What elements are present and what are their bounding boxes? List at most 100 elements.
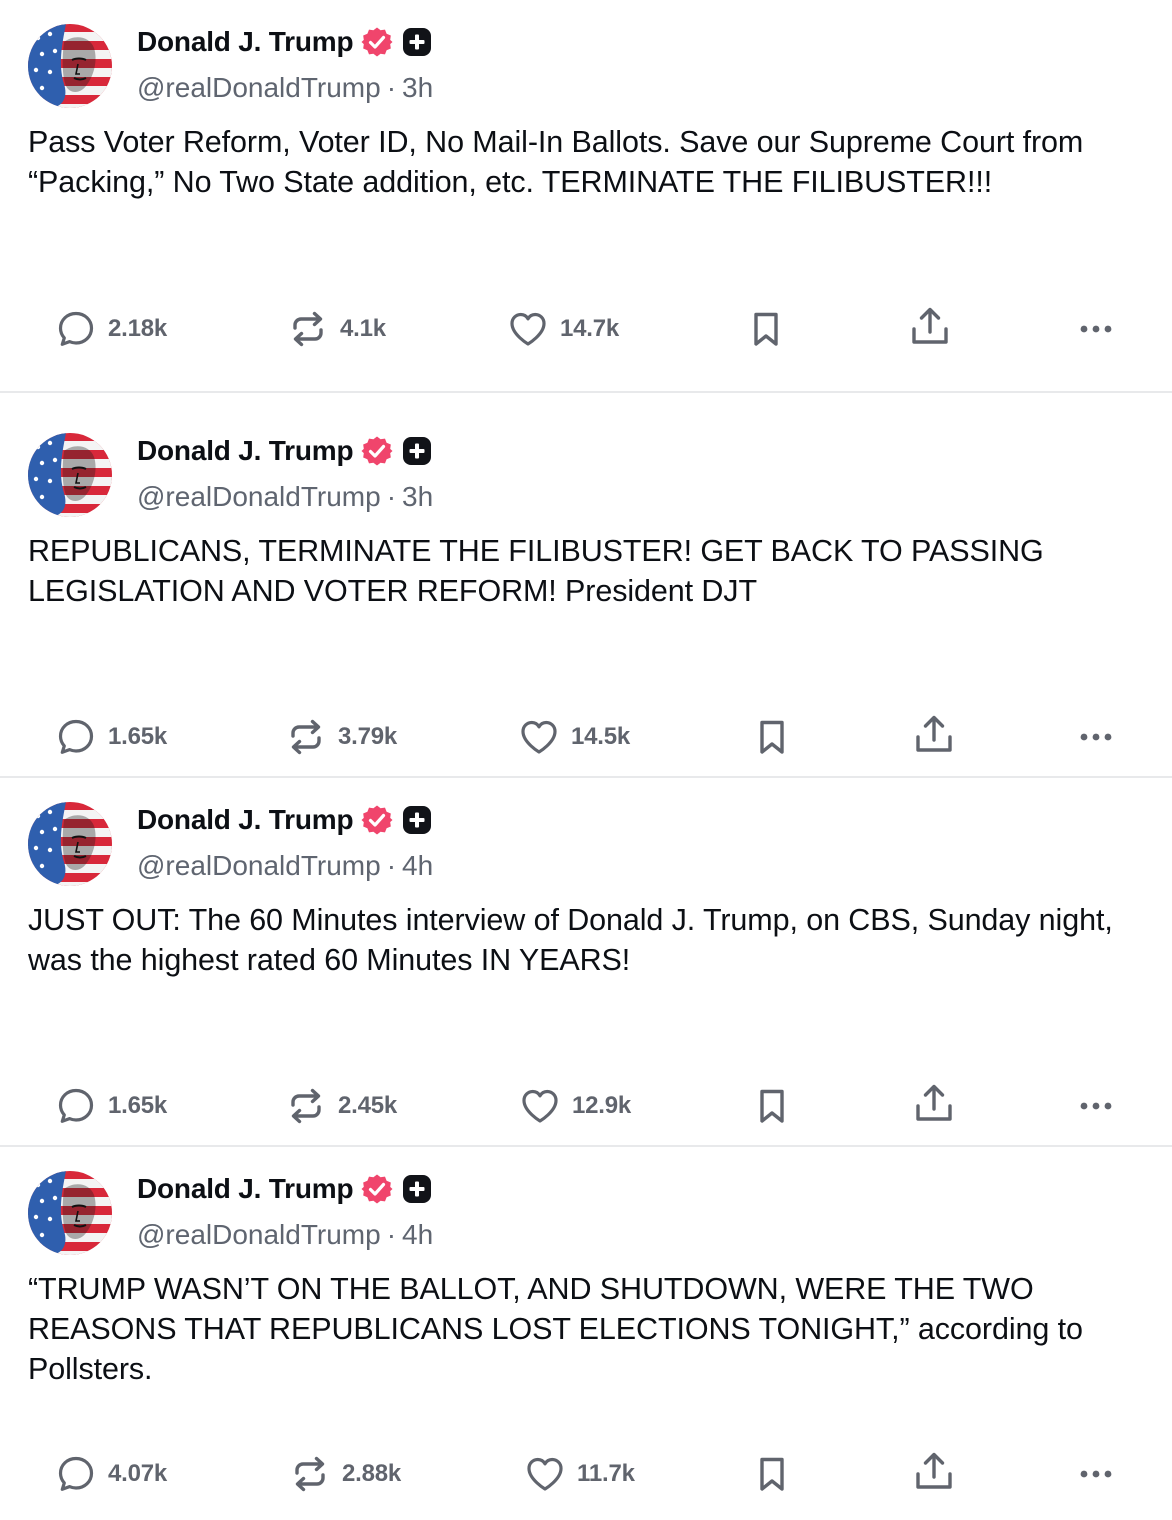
truth-plus-icon [403,806,432,834]
like-count: 11.7k [577,1460,635,1487]
avatar[interactable] [28,802,112,886]
author-name[interactable]: Donald J. Trump [137,804,354,836]
repost-button[interactable]: 4.1k [288,307,386,351]
repost-button[interactable]: 3.79k [286,715,397,759]
like-count: 14.5k [571,723,631,750]
bookmark-icon [754,312,778,346]
avatar[interactable] [28,24,112,108]
reply-button[interactable]: 1.65k [56,715,167,759]
post-meta: @realDonaldTrump · 3h [137,72,433,104]
bookmark-button[interactable] [752,1084,792,1128]
like-button[interactable]: 12.9k [520,1084,631,1128]
heart-icon [521,720,557,754]
post-timestamp[interactable]: 3h [402,481,433,512]
post[interactable]: Donald J. Trump @realDonaldTrump · 3h Pass… [0,0,1172,393]
author-name[interactable]: Donald J. Trump [137,1173,354,1205]
ellipsis-icon [1080,1470,1112,1478]
author-row: Donald J. Trump [137,1171,432,1207]
avatar-image [28,433,112,517]
speech-bubble-icon [58,1088,94,1123]
bookmark-button[interactable] [746,307,786,351]
like-count: 12.9k [572,1092,632,1119]
post[interactable]: Donald J. Trump @realDonaldTrump · 3h REPU… [0,409,1172,778]
reply-count: 4.07k [108,1460,168,1487]
bookmark-icon [760,720,784,754]
heart-icon [527,1457,563,1491]
author-name[interactable]: Donald J. Trump [137,26,354,58]
share-button[interactable] [912,713,956,757]
heart-icon [510,312,546,346]
post-body[interactable]: REPUBLICANS, TERMINATE THE FILIBUSTER! G… [28,531,1148,611]
verified-badge-icon [361,27,393,57]
more-options-button[interactable] [1076,715,1116,759]
repost-button[interactable]: 2.88k [290,1452,401,1496]
avatar-image [28,1171,112,1255]
post-body[interactable]: JUST OUT: The 60 Minutes interview of Do… [28,900,1148,980]
truth-plus-icon [403,437,432,465]
repost-count: 2.88k [342,1460,402,1487]
reply-button[interactable]: 1.65k [56,1084,167,1128]
like-button[interactable]: 11.7k [525,1452,635,1496]
verified-badge-icon [361,1174,393,1204]
author-handle[interactable]: @realDonaldTrump [137,481,381,512]
share-button[interactable] [912,1450,956,1494]
more-options-button[interactable] [1076,1084,1116,1128]
post-meta: @realDonaldTrump · 4h [137,1219,433,1251]
author-row: Donald J. Trump [137,433,432,469]
truth-plus-icon [403,1175,432,1203]
reply-count: 1.65k [108,723,168,750]
author-row: Donald J. Trump [137,802,432,838]
author-handle[interactable]: @realDonaldTrump [137,850,381,881]
ellipsis-icon [1080,733,1112,741]
bookmark-icon [760,1089,784,1123]
meta-separator: · [386,72,397,103]
speech-bubble-icon [58,1456,94,1491]
post[interactable]: Donald J. Trump @realDonaldTrump · 4h JUST… [0,778,1172,1147]
post-divider [0,391,1172,393]
share-upload-icon [916,1452,952,1489]
avatar-image [28,802,112,886]
author-row: Donald J. Trump [137,24,432,60]
more-options-button[interactable] [1076,307,1116,351]
share-button[interactable] [908,305,952,349]
repost-arrows-icon [291,719,321,755]
speech-bubble-icon [58,719,94,754]
repost-arrows-icon [295,1456,325,1492]
reply-count: 1.65k [108,1092,168,1119]
author-handle[interactable]: @realDonaldTrump [137,1219,381,1250]
verified-badge-icon [361,436,393,466]
ellipsis-icon [1080,325,1112,333]
author-name[interactable]: Donald J. Trump [137,435,354,467]
heart-icon [522,1089,558,1123]
meta-separator: · [386,1219,397,1250]
speech-bubble-icon [58,311,94,346]
avatar[interactable] [28,1171,112,1255]
repost-button[interactable]: 2.45k [286,1084,397,1128]
repost-count: 2.45k [338,1092,398,1119]
share-upload-icon [916,1084,952,1121]
post[interactable]: Donald J. Trump @realDonaldTrump · 4h “TRU… [0,1147,1172,1520]
like-button[interactable]: 14.7k [508,307,619,351]
post-timestamp[interactable]: 4h [402,1219,433,1250]
post-body[interactable]: Pass Voter Reform, Voter ID, No Mail-In … [28,122,1148,202]
author-handle[interactable]: @realDonaldTrump [137,72,381,103]
post-timestamp[interactable]: 4h [402,850,433,881]
post-feed: Donald J. Trump @realDonaldTrump · 3h Pass… [0,0,1172,1520]
bookmark-button[interactable] [752,715,792,759]
bookmark-icon [760,1457,784,1491]
bookmark-button[interactable] [752,1452,792,1496]
share-button[interactable] [912,1082,956,1126]
post-body[interactable]: “TRUMP WASN’T ON THE BALLOT, AND SHUTDOW… [28,1269,1148,1389]
meta-separator: · [386,850,397,881]
like-count: 14.7k [560,315,620,342]
like-button[interactable]: 14.5k [519,715,630,759]
reply-button[interactable]: 2.18k [56,307,167,351]
repost-count: 4.1k [340,315,386,342]
post-timestamp[interactable]: 3h [402,72,433,103]
avatar[interactable] [28,433,112,517]
more-options-button[interactable] [1076,1452,1116,1496]
repost-arrows-icon [293,311,323,347]
reply-button[interactable]: 4.07k [56,1452,167,1496]
post-meta: @realDonaldTrump · 4h [137,850,433,882]
ellipsis-icon [1080,1102,1112,1110]
